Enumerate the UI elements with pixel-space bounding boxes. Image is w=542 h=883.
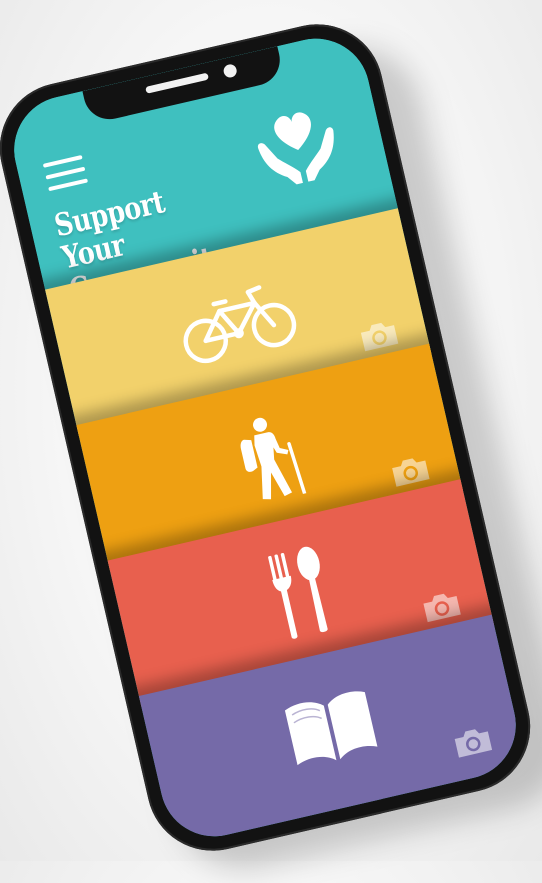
camera-icon[interactable] xyxy=(451,724,494,760)
front-camera xyxy=(222,63,238,79)
camera-icon[interactable] xyxy=(357,318,400,354)
bicycle-icon xyxy=(183,285,297,364)
fork-spoon-icon xyxy=(268,546,328,639)
camera-icon[interactable] xyxy=(389,453,432,489)
hamburger-menu-icon[interactable] xyxy=(42,154,89,193)
speaker-grille xyxy=(145,72,210,94)
open-book-icon xyxy=(284,691,378,766)
camera-icon[interactable] xyxy=(420,589,463,625)
heart-in-hands-icon xyxy=(257,112,334,185)
app-screen: Support Your Community xyxy=(3,27,527,848)
hiker-icon xyxy=(240,417,307,500)
phone-frame: Support Your Community xyxy=(0,11,542,864)
